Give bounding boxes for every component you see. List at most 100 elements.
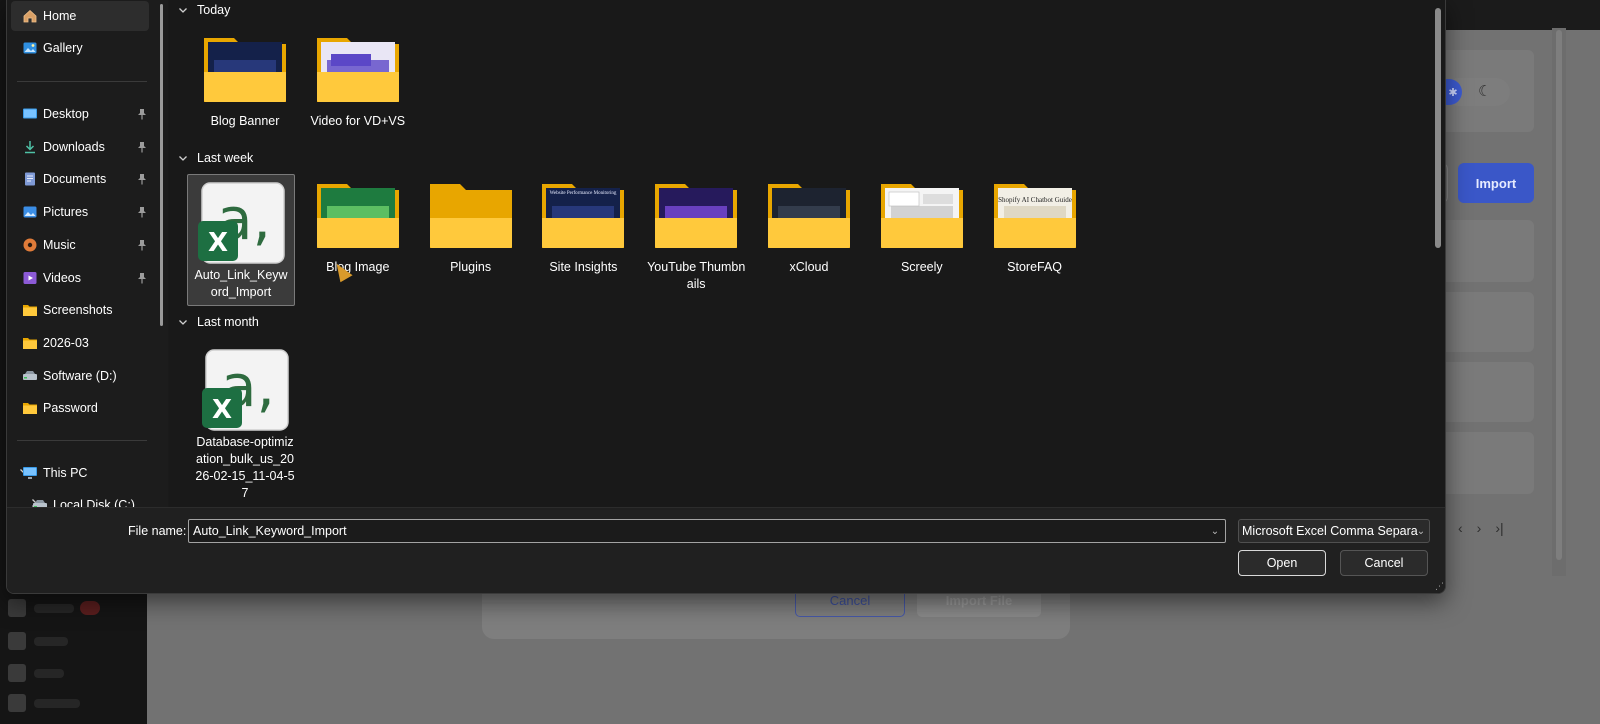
item-label: Blog Image (326, 260, 390, 274)
chevron-down-icon[interactable]: ⌄ (1415, 525, 1427, 537)
moon-icon: ☾ (1478, 83, 1492, 100)
folder-icon (21, 302, 38, 318)
open-button[interactable]: Open (1238, 550, 1326, 576)
nav-item-home[interactable]: Home (11, 1, 149, 31)
chevron-down-icon (177, 316, 189, 328)
svg-text:Website Performance Monitoring: Website Performance Monitoring (550, 191, 617, 196)
folder-icon: Website Performance Monitoring (538, 180, 628, 252)
folder-icon (313, 34, 403, 106)
nav-item-screenshots[interactable]: Screenshots (11, 295, 149, 325)
drive-icon (21, 368, 38, 384)
svg-text:X: X (212, 395, 232, 425)
item-label: YouTube Thumbnails (647, 260, 746, 291)
folder-blog-banner[interactable]: Blog Banner (191, 34, 299, 130)
sidebar-ghost-text (34, 669, 64, 678)
documents-icon (21, 171, 38, 187)
chevron-down-icon (177, 4, 189, 16)
group-label: Last month (197, 315, 259, 329)
background-card (1434, 220, 1534, 282)
item-label: Auto_Link_Keyword_Import (194, 268, 288, 299)
group-header[interactable]: Today (177, 0, 230, 20)
pictures-icon (21, 204, 38, 220)
desktop-icon (21, 106, 38, 122)
folder-xcloud[interactable]: xCloud (755, 180, 863, 276)
nav-item-gallery[interactable]: Gallery (11, 33, 149, 63)
background-card (1434, 292, 1534, 352)
gallery-icon (21, 40, 38, 56)
sidebar-ghost-text (34, 699, 80, 708)
nav-scrollbar[interactable] (159, 0, 165, 330)
nav-item-label: Gallery (43, 41, 83, 55)
folder-icon (426, 180, 516, 252)
sidebar-ghost-text (34, 637, 68, 646)
user-icon (8, 632, 26, 650)
file-list: Today Blog Banner Video for VD+VS Last week… (169, 0, 1445, 507)
nav-item-videos[interactable]: Videos (11, 263, 149, 293)
nav-item-label: Videos (43, 270, 81, 285)
background-card (1434, 432, 1534, 494)
dialog-footer: File name: ⌄ Microsoft Excel Comma Separ… (7, 507, 1445, 593)
open-file-dialog: Home Gallery Desktop Downloads Documents Pict… (6, 0, 1446, 594)
chevron-left-icon: ‹ (1458, 520, 1463, 536)
item-label: Blog Banner (210, 114, 280, 128)
pin-icon (135, 271, 149, 285)
chevron-down-icon[interactable]: ⌄ (1208, 525, 1222, 537)
cancel-button[interactable]: Cancel (1340, 550, 1428, 576)
nav-item-pictures[interactable]: Pictures (11, 197, 149, 227)
folder-screely[interactable]: Screely (868, 180, 976, 276)
folder-icon (651, 180, 741, 252)
nav-item-label: Downloads (43, 139, 105, 154)
nav-item-desktop[interactable]: Desktop (11, 99, 149, 129)
item-label: Database-optimization_bulk_us_2026-02-15… (195, 435, 295, 500)
group-header[interactable]: Last week (177, 148, 253, 168)
folder-icon (200, 34, 290, 106)
folder-storefaq[interactable]: Shopify AI Chatbot Guide StoreFAQ (981, 180, 1089, 276)
music-icon (21, 237, 38, 253)
pin-icon (135, 205, 149, 219)
chevron-right-icon: › (1476, 520, 1482, 536)
nav-item-label: Screenshots (43, 303, 113, 318)
file-type-select[interactable]: Microsoft Excel Comma Separa (1238, 519, 1430, 543)
theme-toggle: ✱ ☾ (1444, 78, 1510, 106)
nav-item-label: Home (43, 9, 77, 23)
nav-item-label: Desktop (43, 107, 89, 121)
nav-item-2026-03[interactable]: 2026-03 (11, 328, 149, 358)
folder-blog-image[interactable]: Blog Image (304, 180, 412, 276)
folder-youtube-thumbnails[interactable]: YouTube Thumbnails (642, 180, 750, 293)
nav-item-this-pc[interactable]: This PC (11, 458, 149, 488)
folder-icon (764, 180, 854, 252)
folder-icon (21, 400, 38, 416)
item-label: xCloud (789, 260, 829, 274)
sidebar-badge (80, 601, 100, 615)
nav-divider (17, 81, 147, 82)
file-name-label: File name: (128, 524, 187, 538)
nav-item-password[interactable]: Password (11, 393, 149, 423)
file-name-input[interactable] (188, 519, 1226, 543)
item-label: Site Insights (549, 260, 618, 274)
nav-item-documents[interactable]: Documents (11, 164, 149, 194)
resize-grip-icon[interactable]: ⋰ (1435, 581, 1445, 591)
sun-icon: ✱ (1444, 79, 1462, 105)
grid-icon (8, 694, 26, 712)
last-page-icon: ›| (1495, 520, 1504, 536)
nav-item-music[interactable]: Music (11, 230, 149, 260)
folder-video-for-vd-vs[interactable]: Video for VD+VS (304, 34, 412, 130)
file-list-scrollbar[interactable] (1435, 8, 1441, 248)
group-header[interactable]: Last month (177, 312, 259, 332)
group-label: Today (197, 3, 231, 17)
pin-icon (135, 172, 149, 186)
file-auto-link-keyword-import[interactable]: a, X Auto_Link_Keyword_Import (187, 174, 295, 306)
excel-file-icon: a, X (200, 348, 290, 432)
file-database-optimization-bulk-us-2026-02-15-11-04-57[interactable]: a, X Database-optimization_bulk_us_2026-02… (191, 348, 299, 502)
nav-item-label: Software (D:) (43, 368, 117, 383)
sidebar-ghost-text (34, 604, 74, 613)
folder-plugins[interactable]: Plugins (417, 180, 525, 276)
nav-item-label: Password (43, 401, 98, 416)
nav-item-software-d[interactable]: Software (D:) (11, 361, 149, 391)
folder-icon (313, 180, 403, 252)
folder-site-insights[interactable]: Website Performance Monitoring Site Insig… (529, 180, 637, 276)
background-card (1434, 362, 1534, 422)
svg-text:Shopify AI Chatbot Guide: Shopify AI Chatbot Guide (998, 196, 1072, 204)
group-label: Last week (197, 151, 254, 165)
nav-item-downloads[interactable]: Downloads (11, 132, 149, 162)
